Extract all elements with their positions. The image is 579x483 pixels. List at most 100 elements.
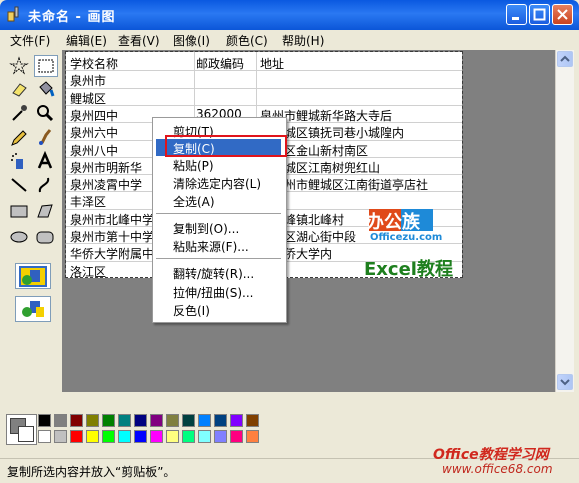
menu-item-stretch-skew[interactable]: 拉伸/扭曲(S)... (156, 283, 281, 300)
table-cell: 洛江区 (70, 263, 106, 278)
color-swatch[interactable] (38, 414, 51, 427)
menu-bar: 文件(F) 编辑(E) 查看(V) 图像(I) 颜色(C) 帮助(H) (0, 30, 579, 49)
maximize-button[interactable] (529, 4, 550, 25)
airbrush-tool[interactable] (8, 151, 32, 173)
rounded-rect-icon (34, 227, 56, 247)
color-swatch[interactable] (86, 430, 99, 443)
menu-help[interactable]: 帮助(H) (282, 32, 324, 49)
grid-line (66, 88, 462, 89)
color-swatch[interactable] (134, 430, 147, 443)
rect-select-tool[interactable] (34, 55, 58, 77)
color-swatch[interactable] (230, 414, 243, 427)
text-a-icon (34, 151, 56, 171)
color-swatch[interactable] (198, 430, 211, 443)
color-swatch[interactable] (102, 414, 115, 427)
minimize-button[interactable] (506, 4, 527, 25)
menu-file[interactable]: 文件(F) (10, 32, 50, 49)
polygon-tool[interactable] (34, 201, 58, 223)
menu-item-paste-from[interactable]: 粘贴来源(F)... (156, 237, 281, 254)
color-swatch[interactable] (86, 414, 99, 427)
table-cell: 丰泽区 (70, 193, 106, 210)
table-cell: 泉州四中 (70, 107, 118, 124)
curve-tool[interactable] (34, 175, 58, 197)
copy-annotation-box (165, 135, 287, 157)
color-swatch[interactable] (134, 414, 147, 427)
arrow-up-icon (558, 52, 572, 66)
office-watermark: Office教程学习网 (433, 444, 549, 464)
color-swatch[interactable] (230, 430, 243, 443)
menu-image[interactable]: 图像(I) (173, 32, 210, 49)
toolbox (3, 50, 61, 400)
background-color (18, 426, 34, 442)
color-swatch[interactable] (182, 414, 195, 427)
color-swatch[interactable] (166, 430, 179, 443)
table-header-cell: 地址 (260, 55, 284, 72)
color-swatch[interactable] (118, 414, 131, 427)
color-swatch[interactable] (70, 414, 83, 427)
menu-item-paste[interactable]: 粘贴(P) (156, 156, 281, 173)
text-tool[interactable] (34, 151, 58, 173)
color-swatch[interactable] (150, 430, 163, 443)
color-swatch[interactable] (198, 414, 211, 427)
menu-item-clear-selection[interactable]: 清除选定内容(L) (156, 174, 281, 191)
menu-item-select-all[interactable]: 全选(A) (156, 192, 281, 209)
line-tool[interactable] (8, 175, 32, 197)
table-cell: 鲤城区 (70, 90, 106, 107)
table-header-cell: 学校名称 (70, 55, 118, 72)
rectangle-icon (8, 201, 30, 221)
rounded-rect-tool[interactable] (34, 227, 58, 249)
color-swatch[interactable] (54, 414, 67, 427)
vertical-scrollbar[interactable] (555, 50, 574, 392)
menu-edit[interactable]: 编辑(E) (66, 32, 107, 49)
color-swatch[interactable] (54, 430, 67, 443)
menu-colors[interactable]: 颜色(C) (226, 32, 268, 49)
transparent-shapes-icon (16, 297, 50, 321)
brush-icon (34, 127, 56, 147)
curve-icon (34, 175, 56, 195)
menu-item-copy-to[interactable]: 复制到(O)... (156, 219, 281, 236)
color-swatch[interactable] (182, 430, 195, 443)
airbrush-icon (8, 151, 30, 171)
color-swatch[interactable] (246, 430, 259, 443)
menu-separator (156, 213, 281, 214)
magnifier-icon (34, 103, 56, 123)
current-colors-box[interactable] (6, 414, 37, 445)
menu-view[interactable]: 查看(V) (118, 32, 160, 49)
color-swatch[interactable] (150, 414, 163, 427)
menu-item-flip-rotate[interactable]: 翻转/旋转(R)... (156, 264, 281, 281)
color-swatch[interactable] (166, 414, 179, 427)
table-header-cell: 邮政编码 (196, 55, 244, 72)
color-swatch[interactable] (214, 414, 227, 427)
color-swatch[interactable] (118, 430, 131, 443)
menu-item-invert-colors[interactable]: 反色(I) (156, 301, 281, 318)
free-form-select-tool[interactable] (8, 55, 32, 77)
menu-separator (156, 258, 281, 259)
polygon-icon (34, 201, 56, 221)
brush-tool[interactable] (34, 127, 58, 149)
table-cell: 泉州市明新华 (70, 159, 142, 176)
star-select-icon (8, 55, 30, 75)
scroll-down-button[interactable] (557, 374, 573, 390)
close-icon (556, 8, 569, 21)
table-cell: 泉州凌霄中学 (70, 176, 142, 193)
opaque-option[interactable] (15, 263, 51, 289)
transparent-option[interactable] (15, 296, 51, 322)
fill-tool[interactable] (34, 79, 58, 101)
color-swatch[interactable] (214, 430, 227, 443)
ellipse-tool[interactable] (8, 227, 32, 249)
grid-line (66, 105, 462, 106)
scroll-up-button[interactable] (557, 51, 573, 67)
eraser-tool[interactable] (8, 79, 32, 101)
close-button[interactable] (552, 4, 573, 25)
color-swatch[interactable] (38, 430, 51, 443)
eyedropper-icon (8, 103, 30, 123)
table-cell: 泉州六中 (70, 124, 118, 141)
pick-color-tool[interactable] (8, 103, 32, 125)
color-swatch[interactable] (70, 430, 83, 443)
magnifier-tool[interactable] (34, 103, 58, 125)
color-swatch[interactable] (102, 430, 115, 443)
rectangle-tool[interactable] (8, 201, 32, 223)
minimize-icon (510, 8, 523, 21)
color-swatch[interactable] (246, 414, 259, 427)
pencil-tool[interactable] (8, 127, 32, 149)
